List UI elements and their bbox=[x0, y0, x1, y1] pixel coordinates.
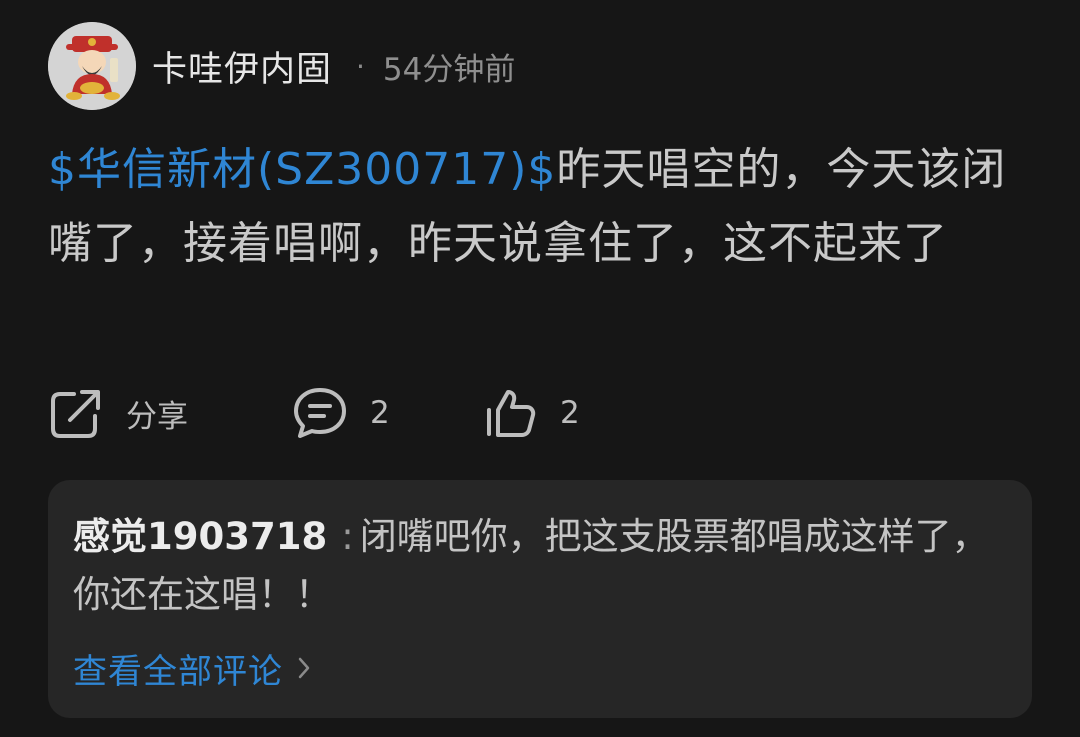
comment-count: 2 bbox=[370, 395, 390, 431]
post-content: $华信新材(SZ300717)$昨天唱空的，今天该闭嘴了，接着唱啊，昨天说拿住了… bbox=[48, 133, 1038, 281]
post-card: 卡哇伊内固 · 54分钟前 $华信新材(SZ300717)$昨天唱空的，今天该闭… bbox=[0, 0, 1080, 737]
view-all-comments-link[interactable]: 查看全部评论 bbox=[73, 644, 311, 693]
share-label: 分享 bbox=[126, 398, 188, 435]
commenter-name[interactable]: 感觉1903718 bbox=[73, 515, 327, 558]
thumbs-up-icon bbox=[482, 386, 538, 440]
comment-item: 感觉1903718: 闭嘴吧你，把这支股票都唱成这样了，你还在这唱！！ bbox=[73, 508, 1013, 624]
view-all-label: 查看全部评论 bbox=[73, 652, 283, 692]
avatar-image bbox=[48, 22, 136, 110]
comment-button[interactable]: 2 bbox=[292, 385, 390, 441]
share-icon bbox=[48, 387, 104, 439]
avatar[interactable] bbox=[48, 22, 136, 110]
post-header: 卡哇伊内固 · 54分钟前 bbox=[48, 22, 515, 110]
like-count: 2 bbox=[560, 395, 580, 431]
share-button[interactable]: 分享 bbox=[48, 385, 188, 441]
comment-separator: : bbox=[341, 515, 354, 558]
comment-preview[interactable]: 感觉1903718: 闭嘴吧你，把这支股票都唱成这样了，你还在这唱！！ 查看全部评… bbox=[48, 480, 1032, 718]
action-bar: 分享 2 2 bbox=[48, 385, 748, 441]
author-name[interactable]: 卡哇伊内固 bbox=[152, 41, 332, 92]
meta-separator: · bbox=[356, 49, 365, 83]
stock-tag-link[interactable]: $华信新材(SZ300717)$ bbox=[48, 144, 556, 195]
chevron-right-icon bbox=[297, 649, 311, 689]
post-time: 54分钟前 bbox=[382, 51, 516, 88]
comment-bubble-icon bbox=[292, 386, 348, 440]
like-button[interactable]: 2 bbox=[482, 385, 580, 441]
